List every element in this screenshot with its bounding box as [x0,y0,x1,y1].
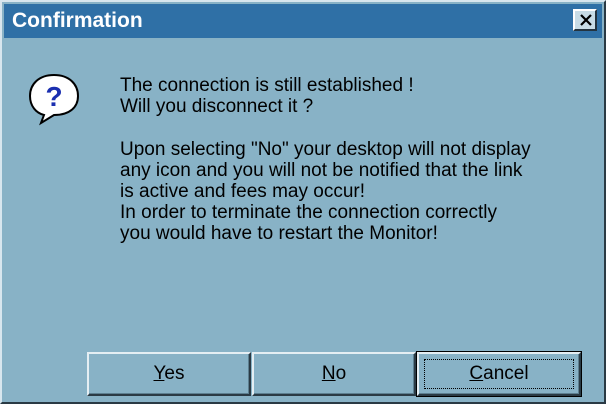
message-line: you would have to restart the Monitor! [120,223,438,244]
confirmation-dialog: Confirmation ? The connection is still e… [0,0,606,404]
message-line: is active and fees may occur! [120,181,365,202]
no-mnemonic: N [321,363,336,384]
cancel-mnemonic: C [469,363,484,384]
message-line: The connection is still established ! [120,75,414,96]
no-button[interactable]: No [252,352,416,396]
message-line: In order to terminate the connection cor… [120,202,498,223]
no-label: o [335,363,347,384]
yes-mnemonic: Y [153,363,165,384]
message-line: any icon and you will not be notified th… [120,160,523,181]
close-button[interactable] [573,9,597,31]
message-secondary: Upon selecting "No" your desktop will no… [120,139,531,244]
message-primary: The connection is still established ! Wi… [120,75,414,117]
cancel-button[interactable]: Cancel [416,351,582,397]
cancel-label: ancel [483,363,529,384]
title-bar[interactable]: Confirmation [4,4,602,38]
message-line: Will you disconnect it ? [120,96,314,117]
close-icon [580,14,592,26]
question-icon: ? [28,73,80,126]
message-line: Upon selecting "No" your desktop will no… [120,139,531,160]
yes-label: es [164,363,185,384]
svg-text:?: ? [45,81,62,112]
yes-button[interactable]: Yes [87,352,251,396]
dialog-title: Confirmation [12,9,143,32]
